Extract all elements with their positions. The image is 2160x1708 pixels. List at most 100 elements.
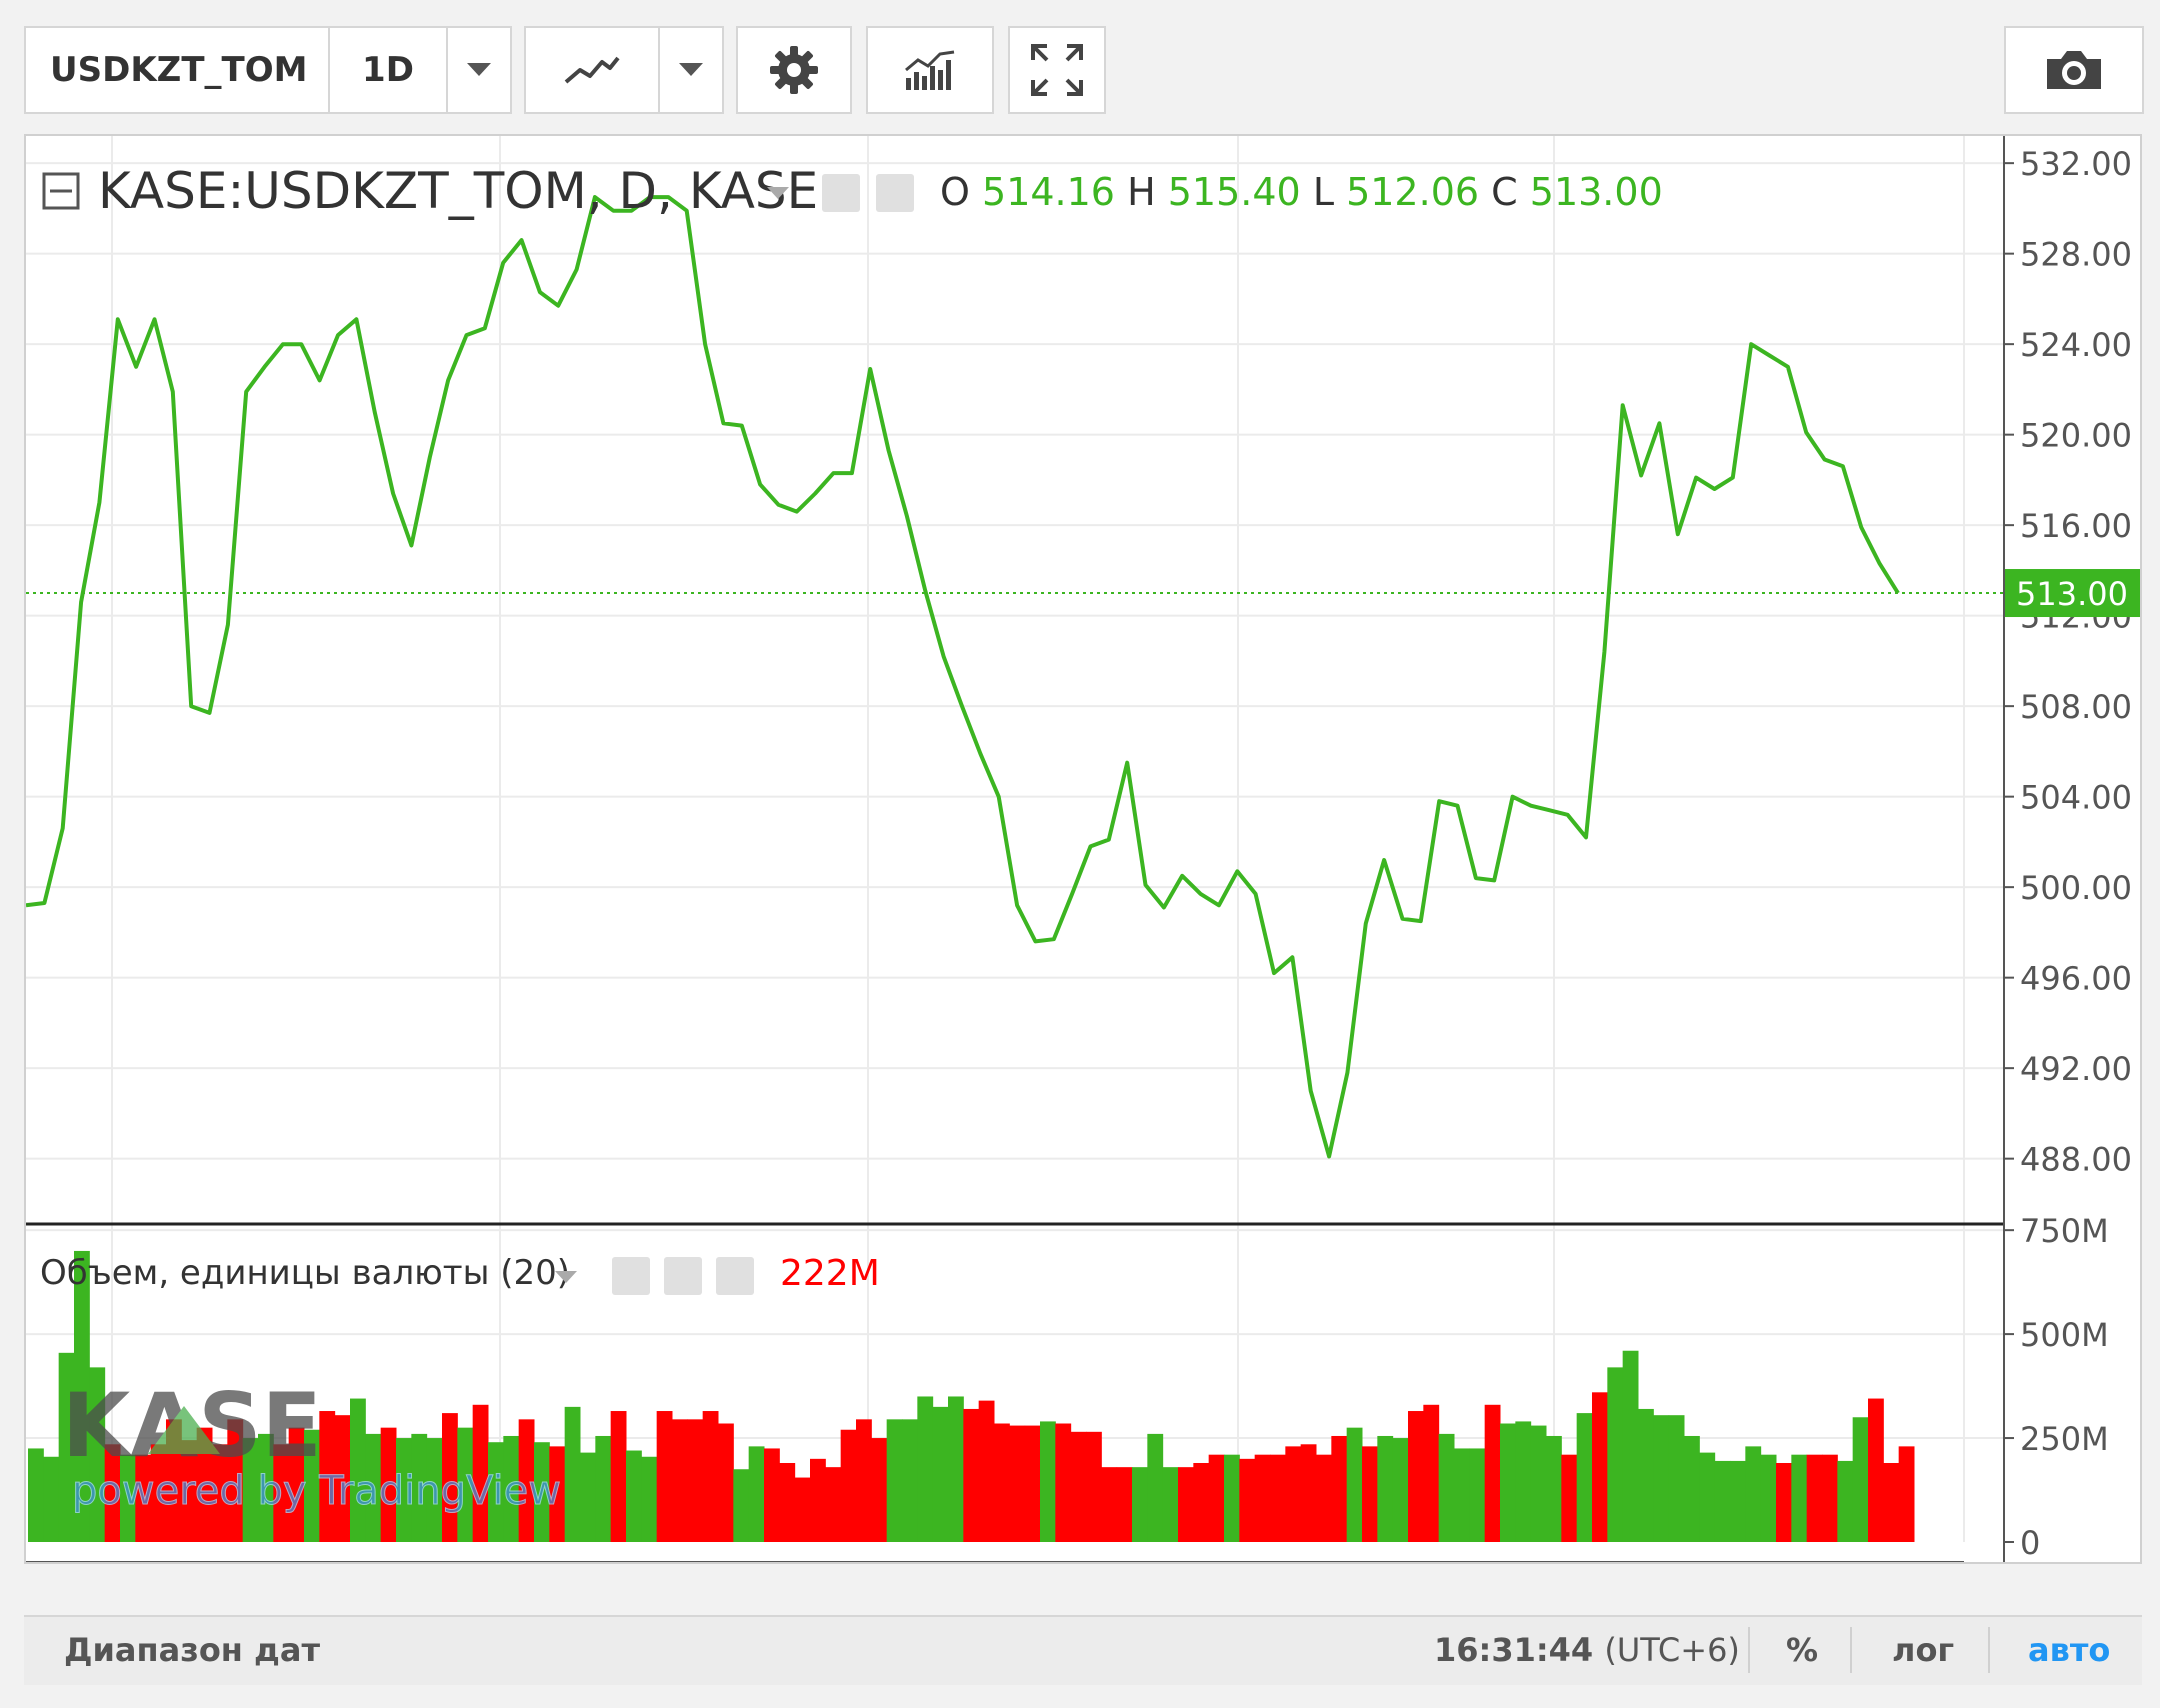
volume-bar bbox=[948, 1396, 964, 1542]
volume-bar bbox=[1423, 1404, 1440, 1542]
volume-bar bbox=[1500, 1423, 1516, 1542]
camera-icon bbox=[2047, 51, 2101, 89]
y-tick-label: 500.00 bbox=[2020, 869, 2132, 907]
chart-type-dropdown-button[interactable] bbox=[658, 26, 724, 114]
y-tick-label: 508.00 bbox=[2020, 688, 2132, 726]
price-line bbox=[26, 195, 1900, 1159]
volume-bar bbox=[718, 1423, 734, 1542]
volume-bar bbox=[1852, 1417, 1869, 1542]
volume-bar bbox=[641, 1456, 658, 1542]
volume-bar bbox=[1377, 1435, 1394, 1542]
auto-scale-button[interactable]: авто bbox=[2028, 1631, 2110, 1669]
volume-bar bbox=[1009, 1425, 1026, 1542]
legend-dropdown-icon[interactable] bbox=[766, 186, 790, 200]
chevron-down-icon bbox=[679, 63, 703, 76]
volume-bar bbox=[1576, 1413, 1593, 1542]
interval-button[interactable]: 1D bbox=[328, 26, 448, 114]
clock: 16:31:44 (UTC+6) bbox=[1434, 1631, 1740, 1669]
indicators-button[interactable] bbox=[866, 26, 994, 114]
volume-bar bbox=[1208, 1454, 1225, 1542]
watermark: KASE powered by TradingView bbox=[62, 1374, 582, 1524]
volume-bar bbox=[1162, 1467, 1179, 1542]
volume-bar bbox=[1699, 1452, 1716, 1542]
volume-value: 222M bbox=[780, 1253, 880, 1294]
volume-bar bbox=[1438, 1433, 1455, 1542]
volume-bar bbox=[1868, 1398, 1884, 1542]
volume-bar bbox=[1622, 1350, 1639, 1542]
volume-bar bbox=[1086, 1431, 1102, 1542]
low-value: 512.06 bbox=[1346, 170, 1480, 214]
volume-bar bbox=[610, 1411, 627, 1542]
series-legend: KASE:USDKZT_TOM, D, KASE bbox=[98, 162, 818, 220]
clock-timezone: (UTC+6) bbox=[1604, 1631, 1740, 1669]
percent-scale-button[interactable]: % bbox=[1786, 1631, 1818, 1669]
fullscreen-icon bbox=[1031, 44, 1083, 96]
volume-bar bbox=[1745, 1446, 1762, 1542]
date-range-button[interactable]: Диапазон дат bbox=[64, 1631, 320, 1669]
interval-label: 1D bbox=[362, 50, 414, 90]
volume-bar bbox=[1316, 1454, 1332, 1542]
close-icon[interactable] bbox=[716, 1257, 754, 1295]
volume-bar bbox=[978, 1400, 995, 1542]
fullscreen-button[interactable] bbox=[1008, 26, 1106, 114]
collapse-icon[interactable] bbox=[42, 172, 80, 210]
volume-bar bbox=[932, 1406, 949, 1542]
last-price-label: 513.00 bbox=[2016, 575, 2128, 613]
volume-bar bbox=[902, 1419, 918, 1542]
volume-dropdown-icon[interactable] bbox=[554, 1270, 578, 1284]
volume-bar bbox=[1607, 1367, 1624, 1542]
volume-bar bbox=[1837, 1460, 1854, 1542]
volume-bar bbox=[1776, 1463, 1792, 1542]
volume-bar bbox=[1822, 1454, 1838, 1542]
volume-bar bbox=[1469, 1448, 1486, 1542]
chart-area[interactable]: 488.00 492.00 496.00 500.00 504.00 508.00 512.… bbox=[24, 134, 2142, 1564]
y-tick-label: 524.00 bbox=[2020, 326, 2132, 364]
volume-bar bbox=[1300, 1444, 1317, 1542]
status-bar: Диапазон дат 16:31:44 (UTC+6) % лог авто bbox=[24, 1615, 2142, 1685]
gear-icon[interactable] bbox=[876, 174, 914, 212]
volume-bar bbox=[1116, 1467, 1133, 1542]
y-tick-label: 504.00 bbox=[2020, 779, 2132, 817]
volume-bar bbox=[1515, 1421, 1532, 1542]
volume-bar bbox=[1883, 1463, 1900, 1542]
gear-icon[interactable] bbox=[664, 1257, 702, 1295]
volume-bar bbox=[1668, 1415, 1685, 1542]
snapshot-button[interactable] bbox=[2004, 26, 2144, 114]
volume-bar bbox=[733, 1469, 750, 1542]
y-tick-label: 528.00 bbox=[2020, 236, 2132, 274]
log-scale-button[interactable]: лог bbox=[1892, 1631, 1954, 1669]
symbol-button[interactable]: USDKZT_TOM bbox=[24, 26, 330, 114]
chart-widget: USDKZT_TOM 1D 488.00 492.00 496.00 500.0… bbox=[0, 0, 2160, 1708]
volume-bar bbox=[43, 1456, 60, 1542]
volume-bar bbox=[1193, 1463, 1210, 1542]
legend-title: KASE:USDKZT_TOM, D, KASE bbox=[98, 162, 819, 220]
gear-icon bbox=[770, 46, 818, 94]
eye-icon[interactable] bbox=[612, 1257, 650, 1295]
interval-dropdown-button[interactable] bbox=[446, 26, 512, 114]
y-tick-label: 516.00 bbox=[2020, 507, 2132, 545]
y-tick-label: 496.00 bbox=[2020, 960, 2132, 998]
volume-bar bbox=[1653, 1415, 1670, 1542]
volume-bar bbox=[1331, 1435, 1348, 1542]
kase-logo: KASE powered by TradingView bbox=[62, 1374, 561, 1515]
volume-bar bbox=[886, 1419, 903, 1542]
volume-bar bbox=[1392, 1438, 1409, 1542]
volume-bar bbox=[28, 1448, 44, 1542]
y-tick-label: 532.00 bbox=[2020, 145, 2132, 183]
eye-icon[interactable] bbox=[822, 174, 860, 212]
volume-bar bbox=[1730, 1460, 1746, 1542]
volume-bar bbox=[1346, 1427, 1363, 1542]
volume-bar bbox=[687, 1419, 704, 1542]
volume-bar bbox=[1224, 1454, 1240, 1542]
volume-bar bbox=[1592, 1392, 1608, 1542]
volume-tick-label: 250M bbox=[2020, 1420, 2109, 1458]
volume-bar bbox=[794, 1477, 811, 1542]
volume-bar bbox=[963, 1408, 980, 1542]
volume-title: Объем, единицы валюты (20) bbox=[40, 1253, 571, 1293]
volume-bar bbox=[1024, 1425, 1041, 1542]
chevron-down-icon bbox=[467, 63, 491, 76]
chart-type-button[interactable] bbox=[524, 26, 660, 114]
volume-bar bbox=[1132, 1467, 1148, 1542]
high-value: 515.40 bbox=[1167, 170, 1301, 214]
settings-button[interactable] bbox=[736, 26, 852, 114]
